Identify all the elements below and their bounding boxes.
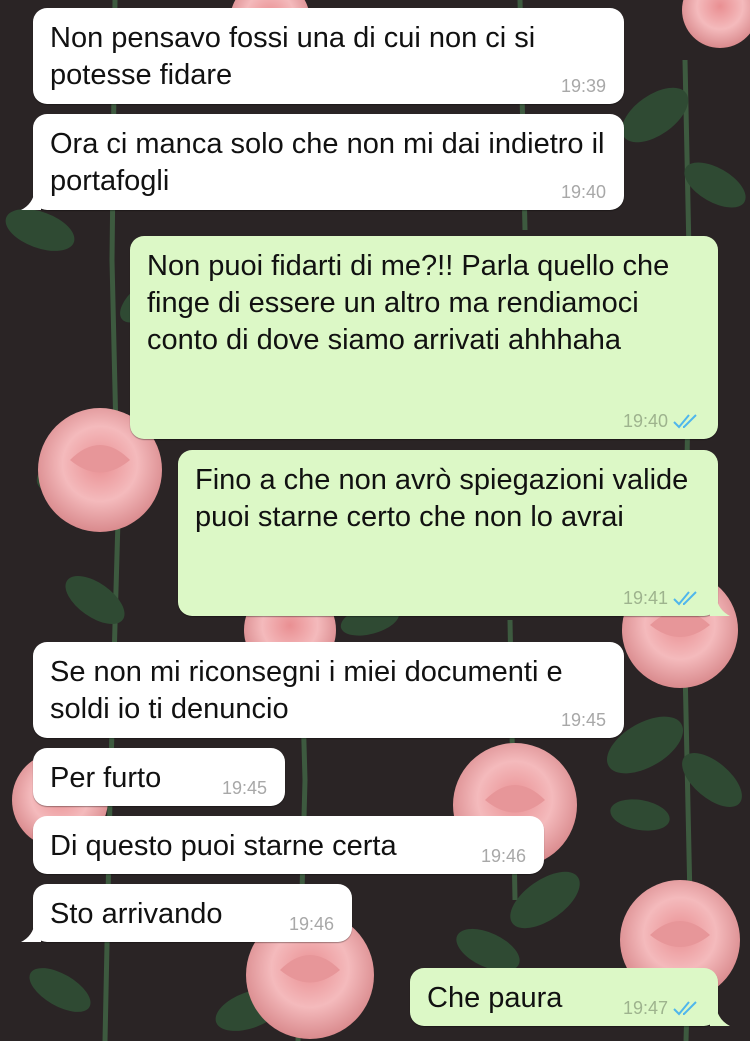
double-check-icon — [673, 591, 697, 606]
message-time: 19:46 — [288, 914, 334, 934]
outgoing-message[interactable]: Fino a che non avrò spiegazioni valide p… — [178, 450, 730, 616]
message-time: 19:40 — [560, 182, 606, 202]
message-time: 19:40 — [622, 411, 668, 431]
bubble-tail — [710, 1006, 730, 1026]
outgoing-message[interactable]: Che paura 19:47 — [410, 968, 730, 1026]
incoming-message[interactable]: Non pensavo fossi una di cui non ci si p… — [33, 8, 624, 104]
message-text: Fino a che non avrò spiegazioni valide p… — [195, 464, 689, 533]
incoming-message[interactable]: Di questo puoi starne certa 19:46 — [33, 816, 544, 874]
message-time: 19:45 — [221, 778, 267, 798]
bubble-tail — [21, 922, 41, 942]
incoming-message[interactable]: Sto arrivando 19:46 — [21, 884, 352, 942]
message-time: 19:41 — [622, 588, 668, 608]
outgoing-message[interactable]: Non puoi fidarti di me?!! Parla quello c… — [130, 236, 718, 439]
incoming-message[interactable]: Ora ci manca solo che non mi dai indietr… — [21, 114, 624, 210]
message-time: 19:39 — [560, 76, 606, 96]
incoming-message[interactable]: Se non mi riconsegni i miei documenti e … — [33, 642, 624, 738]
message-text: Se non mi riconsegni i miei documenti e … — [50, 656, 563, 725]
message-time: 19:46 — [480, 846, 526, 866]
bubble-tail — [710, 596, 730, 616]
message-text: Non puoi fidarti di me?!! Parla quello c… — [147, 250, 670, 356]
incoming-message[interactable]: Per furto 19:45 — [33, 748, 285, 806]
message-text: Non pensavo fossi una di cui non ci si p… — [50, 22, 536, 91]
message-time: 19:47 — [622, 998, 668, 1018]
double-check-icon — [673, 414, 697, 429]
double-check-icon — [673, 1001, 697, 1016]
bubble-tail — [21, 190, 41, 210]
message-text: Ora ci manca solo che non mi dai indietr… — [50, 128, 605, 197]
message-time: 19:45 — [560, 710, 606, 730]
message-text: Di questo puoi starne certa — [50, 830, 397, 862]
